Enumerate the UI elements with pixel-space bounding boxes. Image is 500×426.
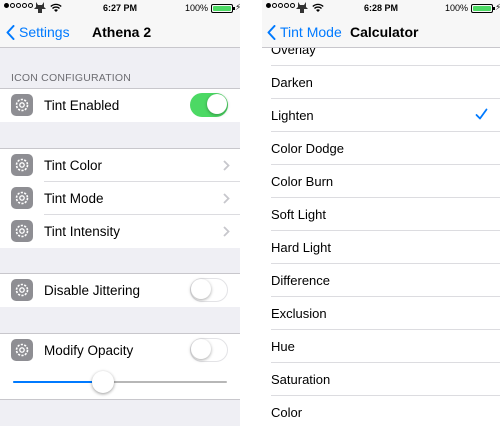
cell-modify-opacity: Modify Opacity bbox=[0, 334, 240, 367]
mode-label: Color bbox=[271, 405, 303, 420]
left-screen: 6:27 PM 100% ⚡ Settings Athena 2 ICON CO… bbox=[0, 0, 240, 426]
list-item-mode[interactable]: Hard Light bbox=[262, 231, 500, 264]
chevron-right-icon bbox=[223, 193, 230, 204]
gear-icon bbox=[11, 220, 33, 242]
cell-label: Tint Mode bbox=[44, 191, 104, 206]
gear-icon bbox=[11, 279, 33, 301]
tint-enabled-toggle[interactable] bbox=[190, 93, 228, 117]
page-title: Calculator bbox=[350, 24, 419, 40]
back-button[interactable]: Tint Mode bbox=[267, 16, 342, 48]
mode-label: Saturation bbox=[271, 372, 331, 387]
cell-label: Tint Intensity bbox=[44, 224, 121, 239]
group-divider bbox=[0, 399, 240, 400]
opacity-slider-thumb[interactable] bbox=[91, 371, 114, 393]
mode-label: Hard Light bbox=[271, 240, 331, 255]
opacity-slider[interactable] bbox=[13, 371, 227, 393]
battery-icon bbox=[471, 4, 495, 13]
status-bar: 6:27 PM 100% ⚡ bbox=[0, 0, 240, 16]
mode-label: Exclusion bbox=[271, 306, 327, 321]
opacity-slider-fill bbox=[13, 381, 103, 383]
cell-tint-enabled: Tint Enabled bbox=[0, 89, 240, 122]
cell-tint-intensity[interactable]: Tint Intensity bbox=[0, 215, 240, 248]
page-title: Athena 2 bbox=[92, 24, 152, 40]
cell-label: Tint Color bbox=[44, 158, 103, 173]
right-screen: Overlay Darken Lighten Color Dodge Color Bur… bbox=[262, 0, 500, 426]
mode-label: Color Dodge bbox=[271, 141, 344, 156]
cell-tint-color[interactable]: Tint Color bbox=[0, 149, 240, 182]
mode-label: Soft Light bbox=[271, 207, 326, 222]
cell-label: Tint Enabled bbox=[44, 98, 120, 113]
status-bar: 6:28 PM 100% ⚡ bbox=[262, 0, 500, 16]
list-item-mode[interactable]: Color Dodge bbox=[262, 132, 500, 165]
list-item-mode[interactable]: Difference bbox=[262, 264, 500, 297]
list-item-mode[interactable]: Exclusion bbox=[262, 297, 500, 330]
chevron-right-icon bbox=[223, 226, 230, 237]
list-item-mode[interactable]: Color bbox=[262, 396, 500, 426]
cell-label: Disable Jittering bbox=[44, 283, 141, 298]
charging-bolt-icon: ⚡ bbox=[495, 2, 500, 12]
section-header-icon-configuration: ICON CONFIGURATION bbox=[11, 72, 132, 84]
list-item-mode[interactable]: Darken bbox=[262, 66, 500, 99]
battery-percent: 100% bbox=[445, 3, 469, 13]
gear-icon bbox=[11, 154, 33, 176]
battery-percent: 100% bbox=[185, 3, 209, 13]
list-item-mode[interactable]: Soft Light bbox=[262, 198, 500, 231]
mode-label: Color Burn bbox=[271, 174, 334, 189]
cell-label: Modify Opacity bbox=[44, 343, 134, 358]
opacity-slider-cell bbox=[0, 366, 240, 399]
back-button-label: Tint Mode bbox=[280, 24, 342, 40]
mode-label: Hue bbox=[271, 339, 295, 354]
checkmark-icon bbox=[475, 108, 488, 120]
chevron-left-icon bbox=[267, 24, 276, 40]
gear-icon bbox=[11, 187, 33, 209]
mode-label: Difference bbox=[271, 273, 331, 288]
back-button[interactable]: Settings bbox=[6, 16, 70, 48]
list-item-mode[interactable]: Hue bbox=[262, 330, 500, 363]
back-button-label: Settings bbox=[19, 24, 70, 40]
battery-icon bbox=[211, 4, 235, 13]
mode-label: Lighten bbox=[271, 108, 314, 123]
screenshot-divider bbox=[240, 0, 262, 426]
modify-opacity-toggle[interactable] bbox=[190, 338, 228, 362]
cell-tint-mode[interactable]: Tint Mode bbox=[0, 182, 240, 215]
list-item-mode[interactable]: Lighten bbox=[262, 99, 500, 132]
disable-jittering-toggle[interactable] bbox=[190, 278, 228, 302]
gear-icon bbox=[11, 94, 33, 116]
nav-bar: Tint Mode Calculator bbox=[262, 16, 500, 48]
list-item-mode[interactable]: Saturation bbox=[262, 363, 500, 396]
cell-disable-jittering: Disable Jittering bbox=[0, 274, 240, 307]
list-item-mode[interactable]: Color Burn bbox=[262, 165, 500, 198]
gear-icon bbox=[11, 339, 33, 361]
mode-label: Darken bbox=[271, 75, 313, 90]
chevron-right-icon bbox=[223, 160, 230, 171]
chevron-left-icon bbox=[6, 24, 15, 40]
nav-bar: Settings Athena 2 bbox=[0, 16, 240, 48]
